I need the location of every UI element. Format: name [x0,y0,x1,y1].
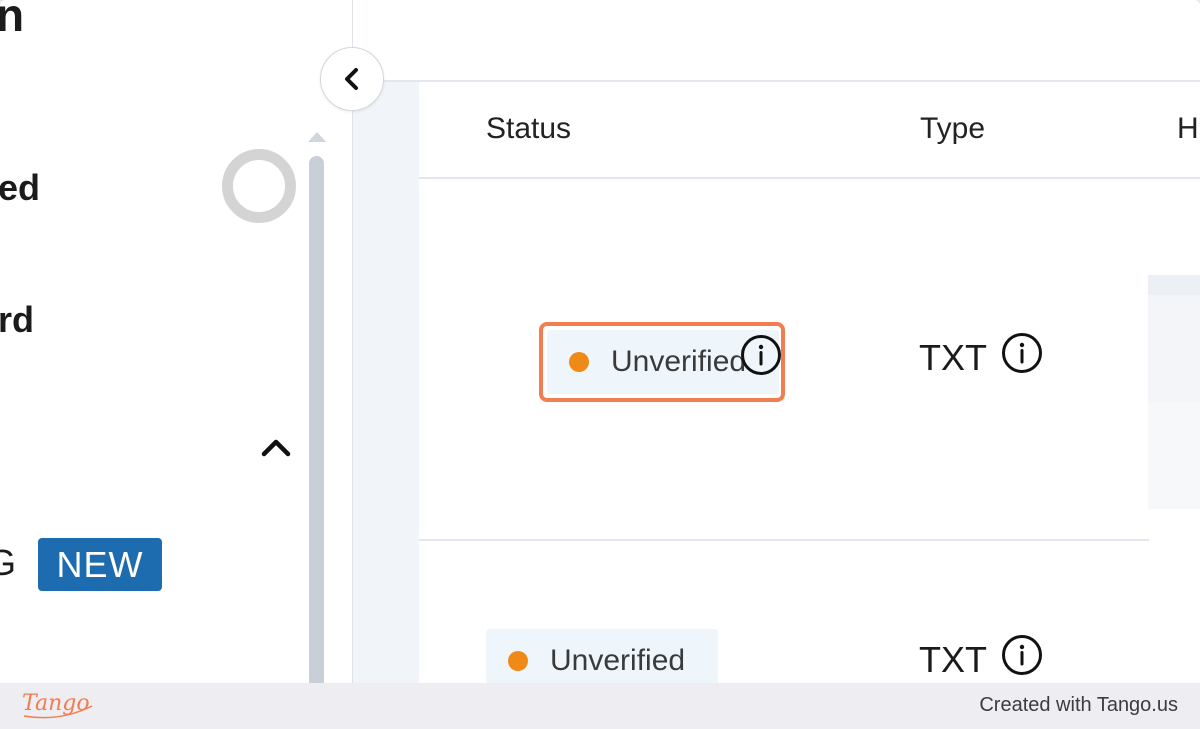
sidebar-scrollbar[interactable] [308,132,326,683]
scroll-up-arrow[interactable] [308,132,326,142]
cell-placeholder [1148,295,1200,402]
chevron-up-icon[interactable] [260,432,292,464]
chevron-left-icon [345,68,358,90]
sidebar-title: n [0,0,24,38]
type-value: TXT [919,337,987,378]
type-value: TXT [919,639,987,680]
sidebar-item-1[interactable]: ed [0,170,40,206]
top-bar [353,0,1200,82]
main-content: Status Type H Unverified TXT Unverified … [353,0,1200,683]
sidebar-item-3-label[interactable]: G [0,545,16,581]
cell-placeholder [1148,275,1200,295]
header-divider [419,177,1200,179]
status-badge: Unverified [486,629,718,683]
collapse-sidebar-button[interactable] [320,47,384,111]
cell-placeholder [1148,402,1200,509]
spinner-ring-icon [222,149,296,223]
column-header-status[interactable]: Status [486,114,571,144]
new-badge: NEW [38,538,162,591]
sidebar: n ed rd G NEW [0,0,353,683]
content-gutter [353,82,419,683]
sidebar-item-2[interactable]: rd [0,302,34,338]
footer-credit[interactable]: Created with Tango.us [979,694,1178,717]
row-divider [419,539,1149,541]
column-header-type[interactable]: Type [920,114,985,144]
status-label: Unverified [550,644,686,677]
status-dot [508,651,528,671]
app-window: n ed rd G NEW Status Type H [0,0,1200,683]
info-icon[interactable] [1001,634,1043,676]
scroll-thumb[interactable] [309,156,324,683]
info-icon[interactable] [1001,332,1043,374]
column-header-host[interactable]: H [1177,114,1199,144]
info-icon[interactable] [740,334,782,376]
svg-text:Tango: Tango [22,691,90,716]
tango-logo: Tango [22,691,93,719]
records-table: Status Type H Unverified TXT Unverified … [419,82,1200,683]
